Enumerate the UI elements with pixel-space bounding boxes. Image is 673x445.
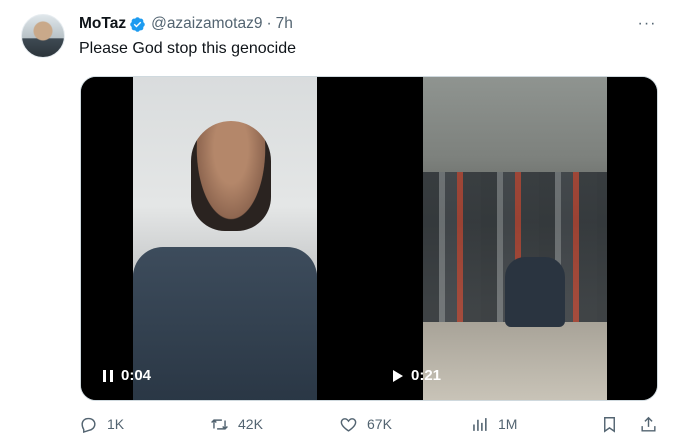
tweet-timestamp[interactable]: 7h	[276, 15, 293, 33]
more-options-icon[interactable]: ···	[636, 14, 658, 34]
tweet-text: Please God stop this genocide	[79, 40, 297, 57]
video-control-2[interactable]: 0:21	[389, 367, 441, 384]
verified-badge-icon	[129, 16, 146, 33]
media-grid: 0:04 0:21	[80, 76, 658, 401]
video-thumbnail-1	[133, 77, 317, 400]
avatar[interactable]	[21, 14, 65, 58]
heart-icon	[340, 417, 357, 432]
video-thumbnail-vest	[133, 247, 317, 400]
video-time-1: 0:04	[121, 367, 152, 384]
video-time-2: 0:21	[411, 367, 442, 384]
repost-icon	[211, 418, 228, 430]
tweet: MoTaz @azaizamotaz9 · 7h ··· Please God …	[0, 0, 673, 445]
reply-icon	[81, 417, 96, 433]
reply-count: 1K	[107, 416, 125, 432]
separator-dot: ·	[266, 15, 272, 32]
video-thumbnail-rubble	[423, 322, 607, 400]
play-icon[interactable]	[389, 369, 407, 382]
video-player-1[interactable]: 0:04	[81, 77, 369, 400]
video-player-2[interactable]: 0:21	[371, 77, 657, 400]
action-bar: 1K 42K 67K 1M	[79, 413, 659, 435]
like-button[interactable]: 67K	[339, 413, 392, 435]
views-button[interactable]: 1M	[470, 413, 517, 435]
bookmark-button[interactable]	[600, 413, 619, 435]
share-icon	[641, 416, 656, 432]
video-thumbnail-2	[423, 77, 607, 400]
reply-button[interactable]: 1K	[79, 413, 124, 435]
repost-count: 42K	[238, 416, 263, 432]
author-handle[interactable]: @azaizamotaz9	[151, 15, 262, 33]
tweet-header: MoTaz @azaizamotaz9 · 7h	[79, 14, 293, 34]
views-count: 1M	[498, 416, 518, 432]
pause-icon[interactable]	[99, 369, 117, 382]
video-thumbnail-person	[505, 257, 565, 327]
video-thumbnail-person	[191, 121, 271, 231]
repost-button[interactable]: 42K	[210, 413, 263, 435]
share-button[interactable]	[639, 413, 658, 435]
like-count: 67K	[367, 416, 392, 432]
video-control-1[interactable]: 0:04	[99, 367, 151, 384]
bookmark-icon	[604, 416, 615, 433]
analytics-icon	[473, 417, 487, 431]
author-name[interactable]: MoTaz	[79, 15, 126, 33]
